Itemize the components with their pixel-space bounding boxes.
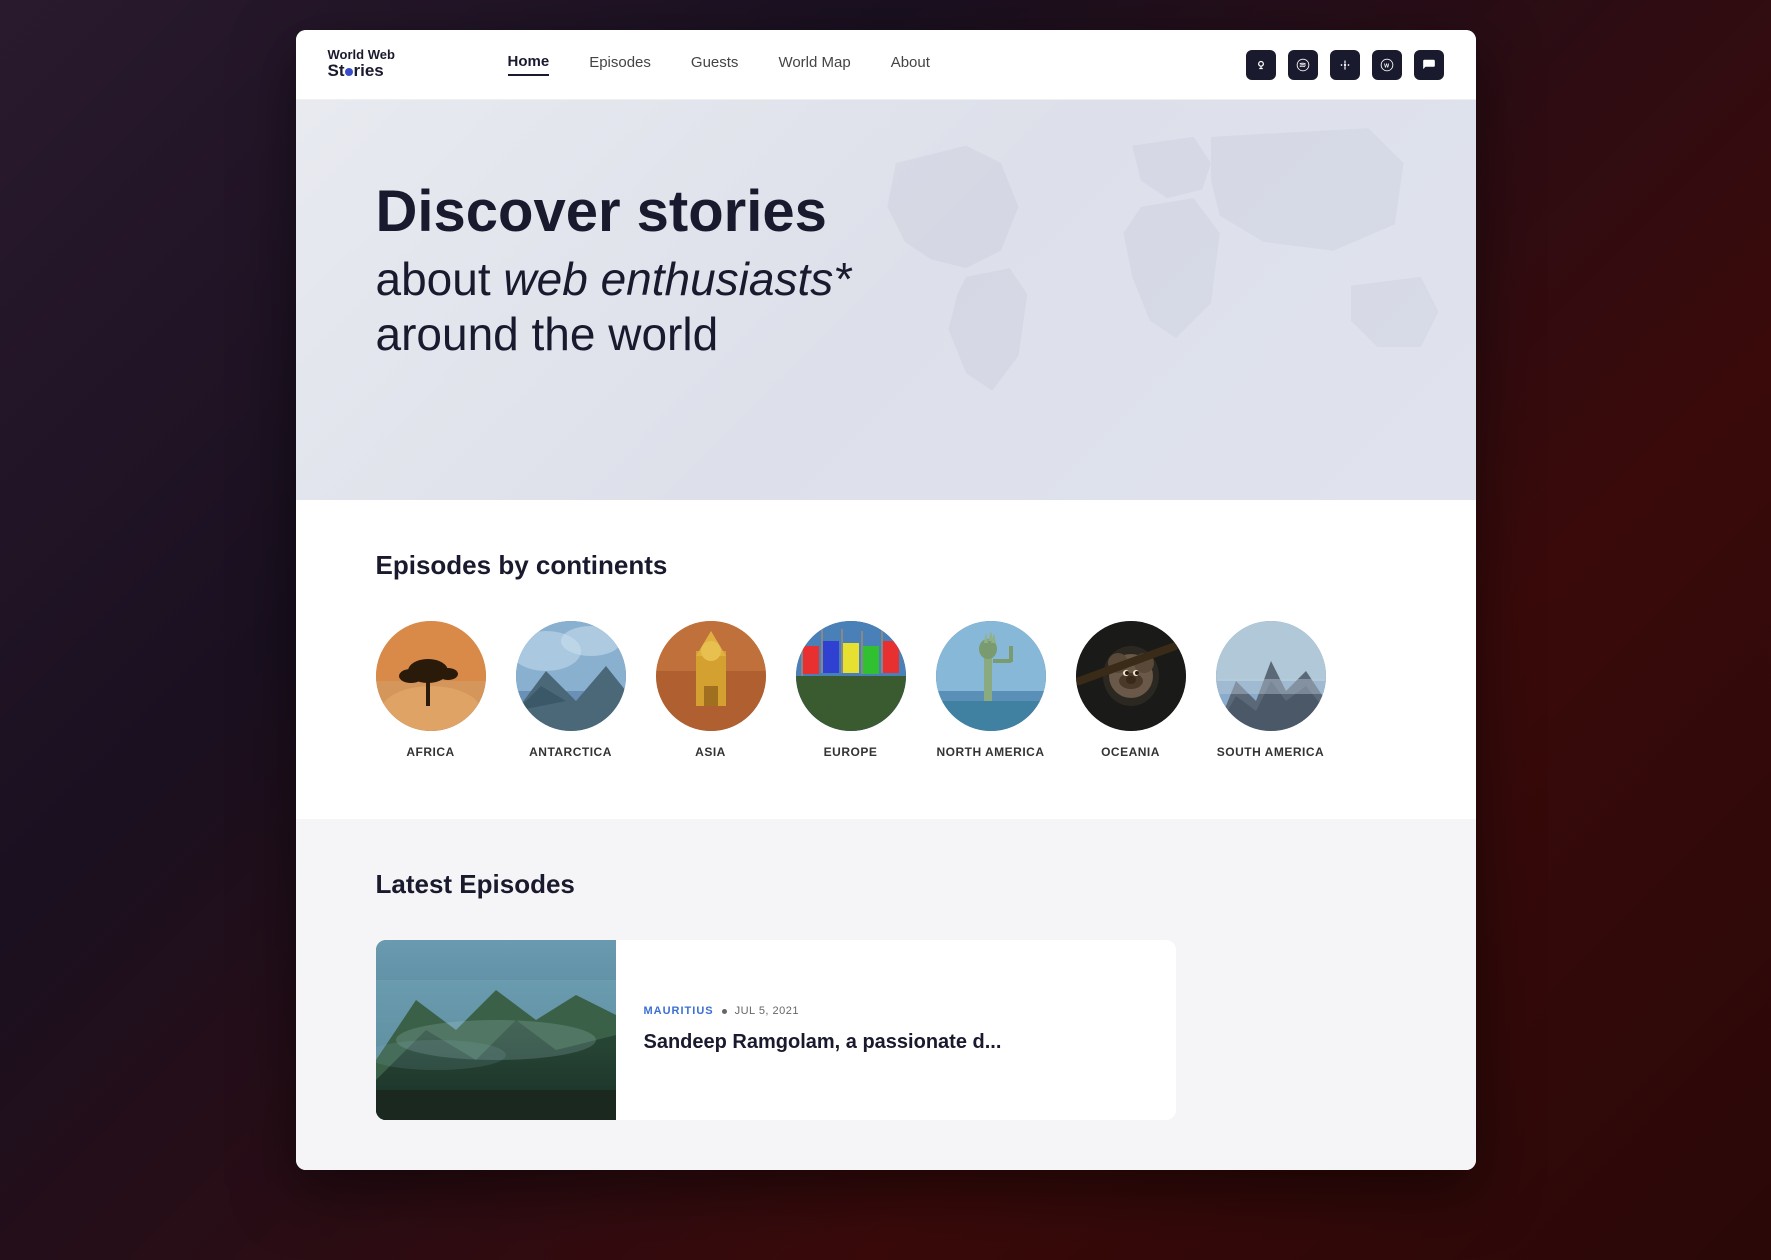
nav-about[interactable]: About (891, 54, 930, 75)
browser-window: World Web Stries Home Episodes Guests Wo… (296, 30, 1476, 1170)
continent-south-america-label: SOUTH AMERICA (1217, 745, 1324, 759)
nav-social-icons: W (1246, 50, 1444, 80)
continent-asia-label: ASIA (695, 745, 726, 759)
hero-content: Discover stories about web enthusiasts* … (376, 180, 1416, 362)
nav-guests[interactable]: Guests (691, 54, 739, 75)
continent-africa[interactable]: AFRICA (376, 621, 486, 759)
continent-asia[interactable]: ASIA (656, 621, 766, 759)
continent-europe[interactable]: EUROPE (796, 621, 906, 759)
continent-north-america[interactable]: NORTH AMERICA (936, 621, 1046, 759)
continent-africa-label: AFRICA (406, 745, 454, 759)
episode-date: JUL 5, 2021 (735, 1005, 799, 1017)
continent-north-america-label: NORTH AMERICA (936, 745, 1044, 759)
continents-section: Episodes by continents (296, 500, 1476, 819)
podcast-icon-btn[interactable] (1246, 50, 1276, 80)
logo-line2: Stries (328, 62, 448, 81)
latest-episodes-title: Latest Episodes (376, 869, 1416, 900)
continent-oceania[interactable]: OCEANIA (1076, 621, 1186, 759)
continent-oceania-label: OCEANIA (1101, 745, 1160, 759)
continent-antarctica[interactable]: ANTARCTICA (516, 621, 626, 759)
episode-card[interactable]: MAURITIUS JUL 5, 2021 Sandeep Ramgolam, … (376, 940, 1176, 1120)
google-podcasts-icon-btn[interactable] (1330, 50, 1360, 80)
continent-europe-image (796, 621, 906, 731)
logo[interactable]: World Web Stries (328, 48, 448, 81)
continent-antarctica-image (516, 621, 626, 731)
hero-title-sub: about web enthusiasts* (376, 252, 1416, 307)
nav-home[interactable]: Home (508, 53, 550, 76)
episode-content: MAURITIUS JUL 5, 2021 Sandeep Ramgolam, … (616, 940, 1030, 1120)
continents-grid: AFRICA (376, 621, 1416, 759)
continent-africa-image (376, 621, 486, 731)
discord-icon-btn[interactable] (1414, 50, 1444, 80)
hero-about-prefix: about (376, 253, 504, 305)
nav-world-map[interactable]: World Map (778, 54, 850, 75)
hero-italic-text: web enthusiasts* (503, 253, 851, 305)
hero-title-line3: around the world (376, 307, 1416, 362)
hero-section: Discover stories about web enthusiasts* … (296, 100, 1476, 500)
episode-image-svg (376, 940, 616, 1120)
svg-text:W: W (1384, 63, 1389, 69)
continent-antarctica-label: ANTARCTICA (529, 745, 612, 759)
wordpress-icon-btn[interactable]: W (1372, 50, 1402, 80)
continent-asia-image (656, 621, 766, 731)
continent-oceania-image (1076, 621, 1186, 731)
logo-line1: World Web (328, 48, 448, 62)
hero-title-main: Discover stories (376, 180, 1416, 244)
latest-episodes-section: Latest Episodes (296, 819, 1476, 1170)
episode-image (376, 940, 616, 1120)
continent-north-america-image (936, 621, 1046, 731)
episode-separator (722, 1009, 727, 1014)
continent-south-america[interactable]: SOUTH AMERICA (1216, 621, 1326, 759)
nav-episodes[interactable]: Episodes (589, 54, 651, 75)
continent-south-america-image (1216, 621, 1326, 731)
spotify-icon-btn[interactable] (1288, 50, 1318, 80)
nav-links: Home Episodes Guests World Map About (508, 53, 1246, 76)
episode-location: MAURITIUS (644, 1005, 714, 1017)
continent-europe-label: EUROPE (824, 745, 878, 759)
navbar: World Web Stries Home Episodes Guests Wo… (296, 30, 1476, 100)
continents-section-title: Episodes by continents (376, 550, 1416, 581)
logo-dot (345, 68, 353, 76)
episode-title: Sandeep Ramgolam, a passionate d... (644, 1029, 1002, 1055)
episode-meta: MAURITIUS JUL 5, 2021 (644, 1005, 1002, 1017)
